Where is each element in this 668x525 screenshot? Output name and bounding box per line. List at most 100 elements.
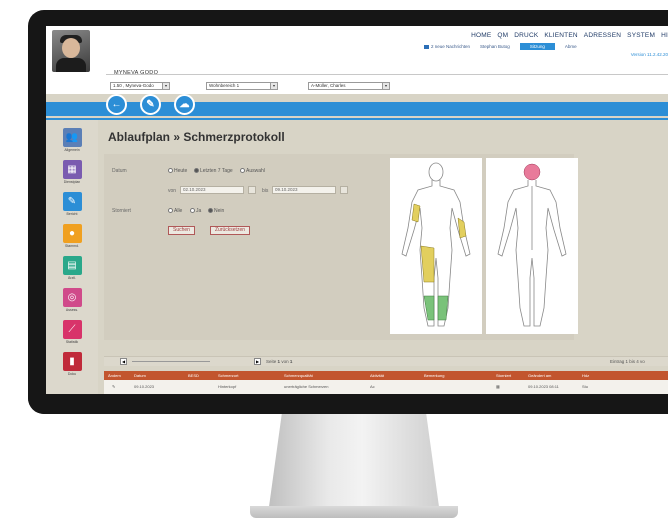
page-current: 1 — [277, 359, 281, 364]
table-cell: Stu — [582, 384, 589, 389]
version-label: Version 11.2.42.20 — [630, 52, 668, 57]
nav-klienten[interactable]: KLIENTEN — [544, 32, 577, 39]
app-screen: HOME QM DRUCK KLIENTEN ADRESSEN SYSTEM H… — [46, 26, 668, 394]
sidebar-icon: ▤ — [62, 256, 82, 275]
nav-hilfe[interactable]: HI — [661, 32, 668, 39]
radio-icon — [168, 168, 173, 174]
client-select[interactable]: 1.50 , Myneva-Godo ▾ — [110, 82, 170, 90]
radio-alle[interactable]: Alle — [168, 208, 182, 214]
radio-checked-icon — [194, 168, 199, 174]
table-column-header[interactable]: Bemerkung — [424, 373, 444, 378]
radio-alle-label: Alle — [174, 208, 183, 214]
pager-slider[interactable] — [132, 361, 210, 362]
sidebar-item[interactable]: ▮ Doku — [58, 352, 86, 376]
sidebar-item[interactable]: ✎ Bericht — [58, 192, 86, 216]
pain-area-right-shin[interactable] — [437, 295, 449, 321]
table-cell: 09.10.2023 — [134, 384, 155, 389]
sidebar-item-label: Ärztl. — [68, 276, 76, 280]
calendar-icon[interactable] — [340, 186, 348, 194]
page-of: von — [281, 359, 289, 364]
staff-select[interactable]: A-Müller, Charles ▾ — [308, 82, 390, 90]
pain-area-left-thigh[interactable] — [420, 245, 435, 283]
radio-nein-label: Nein — [214, 208, 225, 214]
logout-link[interactable]: Abme — [565, 44, 577, 49]
nav-home[interactable]: HOME — [471, 32, 491, 39]
sidebar-item[interactable]: ▦ Dienstplan — [58, 160, 86, 184]
edit-icon[interactable]: ✎ — [112, 384, 115, 389]
table-column-header[interactable]: Hdz — [582, 373, 589, 378]
table-row[interactable]: ✎ 09.10.2023 Hinterkopf unerträgliche Schme… — [104, 380, 668, 394]
body-back-diagram[interactable] — [486, 158, 578, 334]
monitor-stand — [268, 414, 440, 514]
radio-auswahl[interactable]: Auswahl — [240, 168, 265, 174]
radio-heute[interactable]: Heute — [168, 168, 187, 174]
radio-auswahl-label: Auswahl — [246, 168, 265, 174]
table-column-header[interactable]: Schmerzqualität — [284, 373, 313, 378]
table-column-header[interactable]: Storniert — [496, 373, 511, 378]
sidebar-item[interactable]: ◎ Assess. — [58, 288, 86, 312]
table-column-header[interactable]: Ändern — [108, 373, 121, 378]
page-label: Seite — [266, 359, 277, 364]
client-name: MYNEVA GODO — [114, 70, 159, 76]
table-cell: Ac — [370, 384, 375, 389]
pencil-icon: ✎ — [146, 99, 155, 110]
nav-system[interactable]: SYSTEM — [627, 32, 655, 39]
nav-adressen[interactable]: ADRESSEN — [584, 32, 621, 39]
table-header: Ändern Datum BESD Schmerzort Schmerzqualität… — [104, 371, 668, 380]
staff-select-value: A-Müller, Charles — [311, 83, 346, 88]
sidebar-item-label: Allgemein — [64, 148, 80, 152]
reset-button[interactable]: Zurücksetzen — [210, 226, 251, 235]
bis-label: bis — [262, 188, 269, 194]
table-column-header[interactable]: Geändert am — [528, 373, 551, 378]
sidebar-item[interactable]: ⟋ Statistik — [58, 320, 86, 344]
pain-area-left-arm[interactable] — [411, 203, 421, 223]
body-front-diagram[interactable] — [390, 158, 482, 334]
edit-button[interactable]: ✎ — [140, 94, 161, 115]
sidebar-icon: ▮ — [62, 352, 82, 371]
table-cell: ▦ — [496, 384, 500, 389]
client-select-value: 1.50 , Myneva-Godo — [113, 83, 154, 88]
search-button[interactable]: Suchen — [168, 226, 195, 235]
sidebar-icon: 👥 — [62, 128, 82, 147]
table-column-header[interactable]: BESD — [188, 373, 199, 378]
nav-qm[interactable]: QM — [497, 32, 508, 39]
chevron-down-icon: ▾ — [270, 83, 277, 89]
cloud-button[interactable]: ☁ — [174, 94, 195, 115]
sidebar-icon: ⟋ — [62, 320, 82, 339]
area-select-value: Wohnbereich 1 — [209, 83, 240, 88]
radio-letzten-label: Letzten 7 Tage — [200, 168, 233, 174]
radio-letzten-7-tage[interactable]: Letzten 7 Tage — [194, 168, 233, 174]
radio-heute-label: Heute — [174, 168, 188, 174]
pager-next-button[interactable]: ▶ — [254, 358, 261, 365]
monitor-mockup: HOME QM DRUCK KLIENTEN ADRESSEN SYSTEM H… — [0, 0, 668, 525]
sidebar-item-label: Stammd. — [64, 244, 79, 248]
sidebar-item-label: Doku — [67, 372, 77, 376]
sidebar-item[interactable]: ● Stammd. — [58, 224, 86, 248]
table-column-header[interactable]: Schmerzort — [218, 373, 238, 378]
calendar-icon[interactable] — [248, 186, 256, 194]
chevron-down-icon: ▾ — [382, 83, 389, 89]
table-column-header[interactable]: Aktivität — [370, 373, 384, 378]
von-date-input[interactable]: 02.10.2023 — [180, 186, 244, 194]
bis-date-input[interactable]: 09.10.2023 — [272, 186, 336, 194]
radio-ja[interactable]: Ja — [190, 208, 201, 214]
back-button[interactable]: ← — [106, 94, 127, 115]
radio-icon — [240, 168, 245, 174]
pain-area-head[interactable] — [523, 163, 541, 181]
sidebar-item[interactable]: 👥 Allgemein — [58, 128, 86, 152]
table-column-header[interactable]: Datum — [134, 373, 146, 378]
area-select[interactable]: Wohnbereich 1 ▾ — [206, 82, 278, 90]
app-header: HOME QM DRUCK KLIENTEN ADRESSEN SYSTEM H… — [46, 26, 668, 94]
table-cell: 09.10.2023 08:11 — [528, 384, 559, 389]
radio-nein[interactable]: Nein — [208, 208, 224, 214]
radio-checked-icon — [208, 208, 213, 214]
messages-link[interactable]: 2 neue Nachrichten — [424, 44, 470, 49]
nav-druck[interactable]: DRUCK — [514, 32, 538, 39]
user-name[interactable]: Stephan Butog — [480, 44, 510, 49]
body-back-svg — [497, 163, 567, 327]
pager-prev-button[interactable]: ◀ — [120, 358, 127, 365]
sidebar-item[interactable]: ▤ Ärztl. — [58, 256, 86, 280]
back-arrow-icon: ← — [111, 99, 122, 110]
sidebar-icon: ✎ — [62, 192, 82, 211]
session-button[interactable]: Sitzung — [519, 43, 555, 50]
